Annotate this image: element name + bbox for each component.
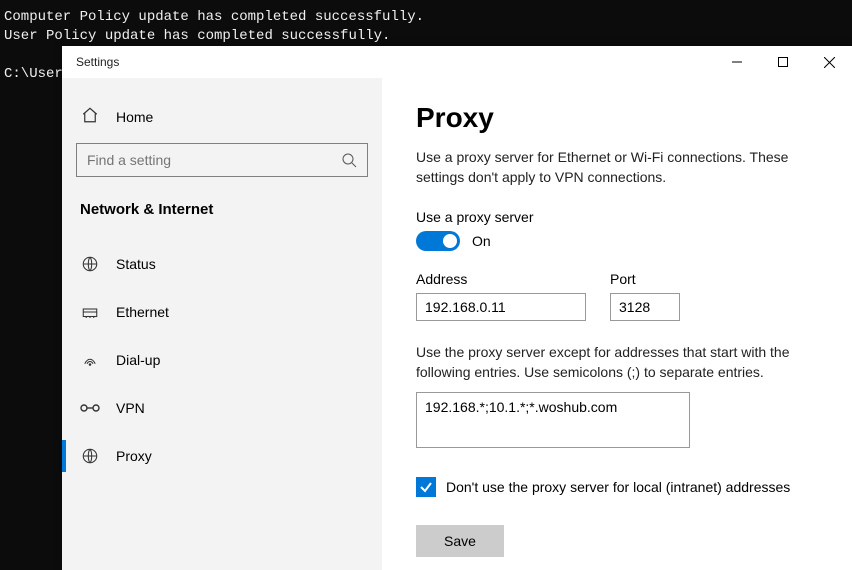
terminal-line: User Policy update has completed success… bbox=[4, 28, 390, 44]
address-label: Address bbox=[416, 271, 586, 287]
globe-icon bbox=[80, 255, 100, 273]
window-title: Settings bbox=[62, 55, 119, 69]
sidebar: Home Network & Internet Status bbox=[62, 78, 382, 570]
use-proxy-label: Use a proxy server bbox=[416, 209, 828, 225]
exceptions-input[interactable] bbox=[416, 392, 690, 448]
sidebar-item-dialup[interactable]: Dial-up bbox=[62, 336, 382, 384]
sidebar-item-vpn[interactable]: VPN bbox=[62, 384, 382, 432]
sidebar-item-label: VPN bbox=[116, 400, 145, 416]
close-button[interactable] bbox=[806, 46, 852, 78]
close-icon bbox=[824, 57, 835, 68]
local-bypass-label: Don't use the proxy server for local (in… bbox=[446, 479, 790, 495]
sidebar-item-proxy[interactable]: Proxy bbox=[62, 432, 382, 480]
search-icon bbox=[341, 152, 357, 168]
sidebar-item-label: Ethernet bbox=[116, 304, 169, 320]
window-buttons bbox=[714, 46, 852, 78]
sidebar-item-label: Dial-up bbox=[116, 352, 160, 368]
titlebar: Settings bbox=[62, 46, 852, 78]
proxy-icon bbox=[80, 447, 100, 465]
home-icon bbox=[80, 106, 100, 127]
settings-window: Settings Home bbox=[62, 46, 852, 570]
sidebar-item-ethernet[interactable]: Ethernet bbox=[62, 288, 382, 336]
address-input[interactable] bbox=[416, 293, 586, 321]
dialup-icon bbox=[80, 351, 100, 369]
maximize-icon bbox=[778, 57, 788, 67]
home-button[interactable]: Home bbox=[62, 98, 382, 143]
search-input-wrap[interactable] bbox=[76, 143, 368, 177]
use-proxy-toggle[interactable] bbox=[416, 231, 460, 251]
sidebar-item-label: Status bbox=[116, 256, 156, 272]
port-input[interactable] bbox=[610, 293, 680, 321]
port-label: Port bbox=[610, 271, 680, 287]
exceptions-description: Use the proxy server except for addresse… bbox=[416, 343, 828, 382]
sidebar-item-status[interactable]: Status bbox=[62, 240, 382, 288]
vpn-icon bbox=[80, 401, 100, 415]
minimize-button[interactable] bbox=[714, 46, 760, 78]
toggle-state-label: On bbox=[472, 233, 491, 249]
save-button[interactable]: Save bbox=[416, 525, 504, 557]
check-icon bbox=[419, 480, 433, 494]
maximize-button[interactable] bbox=[760, 46, 806, 78]
ethernet-icon bbox=[80, 303, 100, 321]
minimize-icon bbox=[732, 57, 742, 67]
page-title: Proxy bbox=[416, 102, 828, 134]
terminal-line: Computer Policy update has completed suc… bbox=[4, 9, 424, 25]
home-label: Home bbox=[116, 109, 153, 125]
search-input[interactable] bbox=[87, 152, 341, 168]
category-header: Network & Internet bbox=[62, 177, 382, 230]
sidebar-item-label: Proxy bbox=[116, 448, 152, 464]
local-bypass-checkbox[interactable] bbox=[416, 477, 436, 497]
page-description: Use a proxy server for Ethernet or Wi-Fi… bbox=[416, 148, 828, 187]
content-pane: Proxy Use a proxy server for Ethernet or… bbox=[382, 78, 852, 570]
